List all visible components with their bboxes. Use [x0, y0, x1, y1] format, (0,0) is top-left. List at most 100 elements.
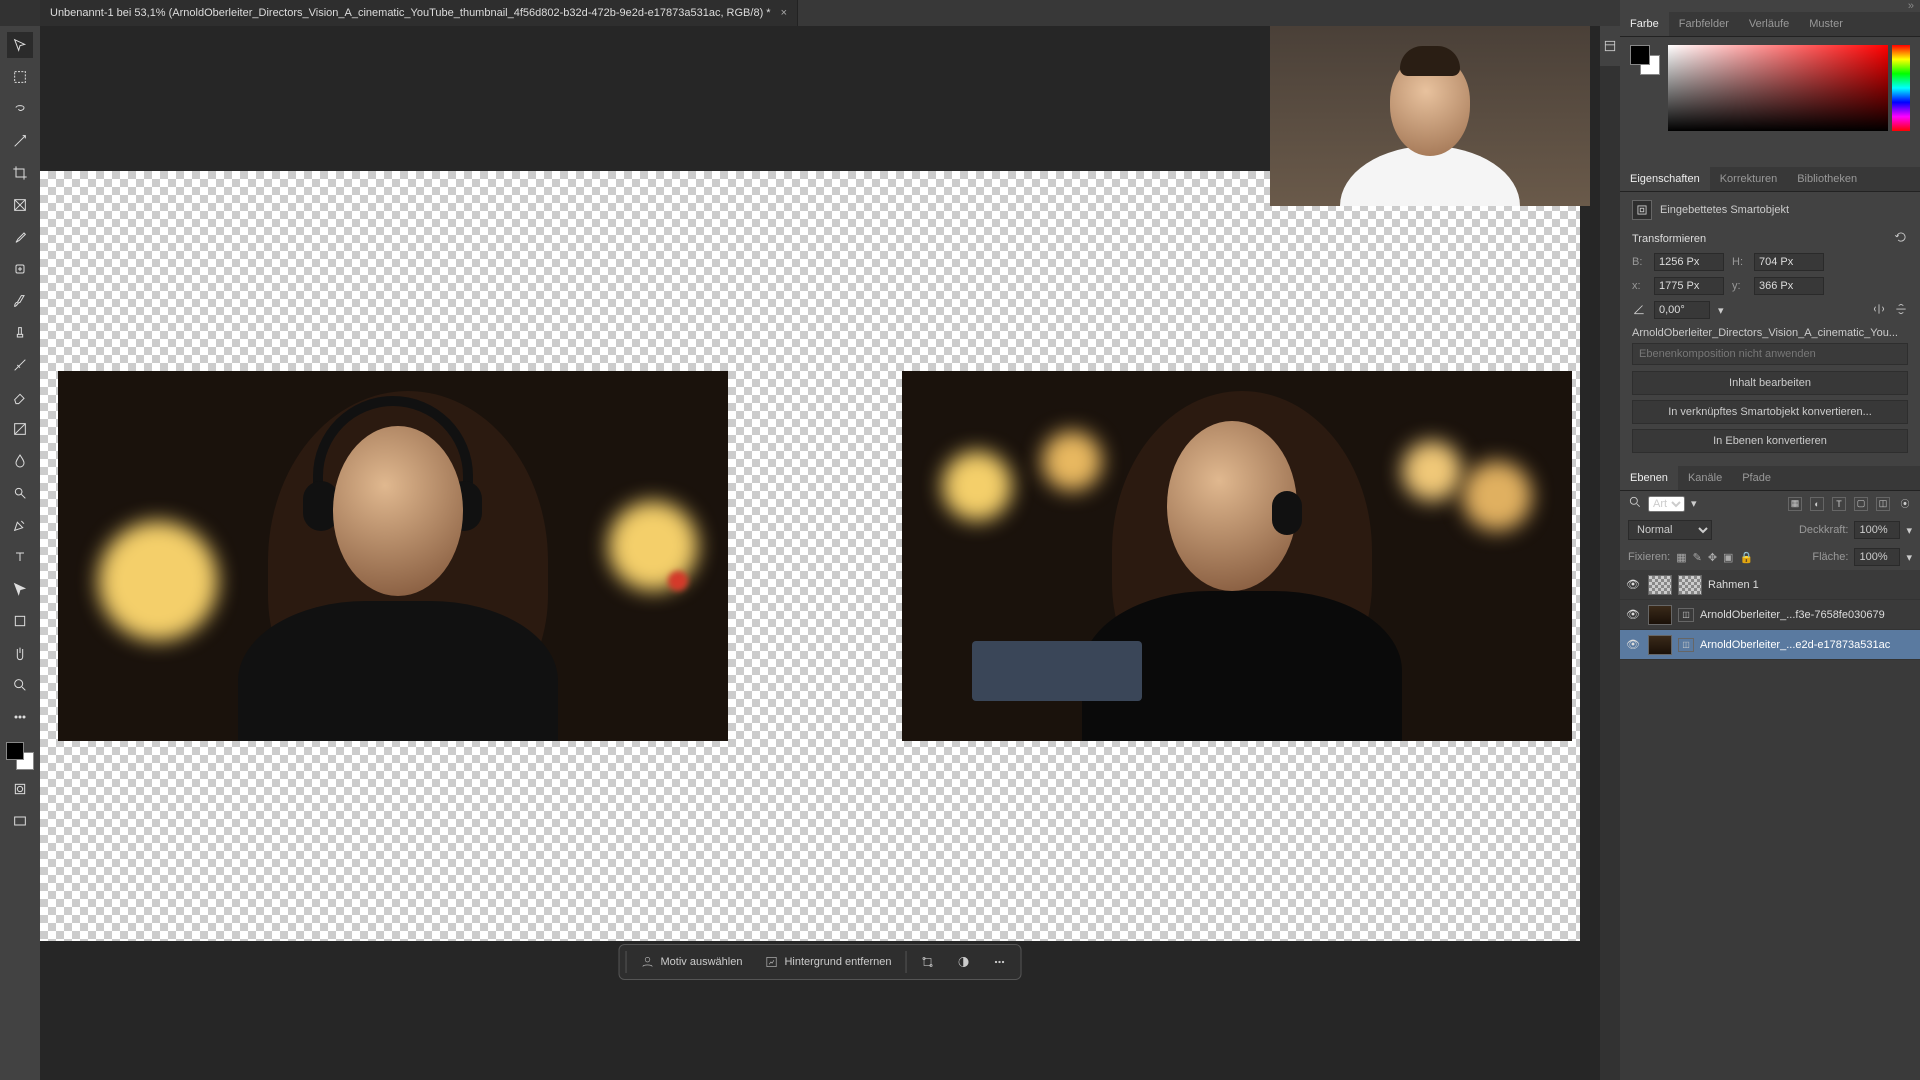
- flip-h-icon[interactable]: [1872, 302, 1886, 319]
- filter-type-icon[interactable]: T: [1832, 497, 1846, 511]
- screenmode-tool[interactable]: [7, 808, 33, 834]
- blur-tool[interactable]: [7, 448, 33, 474]
- convert-linked-button[interactable]: In verknüpftes Smartobjekt konvertieren.…: [1632, 400, 1908, 424]
- color-panel-swatch[interactable]: [1630, 45, 1660, 75]
- layer-row[interactable]: 👁 ◫ ArnoldOberleiter_...e2d-e17873a531ac: [1620, 630, 1920, 660]
- color-ramp[interactable]: [1668, 45, 1910, 131]
- tab-adjustments[interactable]: Korrekturen: [1710, 167, 1787, 191]
- stamp-tool[interactable]: [7, 320, 33, 346]
- collapsed-panel-strip[interactable]: [1600, 26, 1620, 66]
- crop-tool[interactable]: [7, 160, 33, 186]
- layer-thumb: [1648, 575, 1672, 595]
- fill-dropdown-icon[interactable]: ▾: [1906, 551, 1912, 564]
- tools-panel: [0, 26, 40, 1080]
- convert-layers-button[interactable]: In Ebenen konvertieren: [1632, 429, 1908, 453]
- tab-libraries[interactable]: Bibliotheken: [1787, 167, 1867, 191]
- angle-field[interactable]: [1654, 301, 1710, 319]
- search-icon[interactable]: [1628, 495, 1642, 512]
- eraser-tool[interactable]: [7, 384, 33, 410]
- close-icon[interactable]: ×: [781, 7, 787, 19]
- artboard: [40, 171, 1580, 941]
- lock-nest-icon[interactable]: ▣: [1723, 551, 1733, 564]
- wand-tool[interactable]: [7, 128, 33, 154]
- tab-properties[interactable]: Eigenschaften: [1620, 167, 1710, 191]
- flip-v-icon[interactable]: [1894, 302, 1908, 319]
- fill-field[interactable]: [1854, 548, 1900, 566]
- x-field[interactable]: [1654, 277, 1724, 295]
- opacity-dropdown-icon[interactable]: ▾: [1906, 524, 1912, 537]
- ctx-adjust-button[interactable]: [946, 949, 980, 975]
- canvas-image-left[interactable]: [58, 371, 728, 741]
- filter-toggle-icon[interactable]: ⦿: [1898, 497, 1912, 511]
- eyedropper-tool[interactable]: [7, 224, 33, 250]
- layer-mask-thumb: [1678, 575, 1702, 595]
- tab-patterns[interactable]: Muster: [1799, 12, 1853, 36]
- brush-tool[interactable]: [7, 288, 33, 314]
- lasso-tool[interactable]: [7, 96, 33, 122]
- lock-all-icon[interactable]: 🔒: [1739, 551, 1753, 564]
- tab-gradients[interactable]: Verläufe: [1739, 12, 1799, 36]
- y-field[interactable]: [1754, 277, 1824, 295]
- remove-background-button[interactable]: Hintergrund entfernen: [754, 949, 901, 975]
- opacity-field[interactable]: [1854, 521, 1900, 539]
- blend-mode-select[interactable]: Normal: [1628, 520, 1712, 540]
- canvas-area[interactable]: Motiv auswählen Hintergrund entfernen: [40, 26, 1600, 1080]
- canvas-image-right[interactable]: [902, 371, 1572, 741]
- frame-tool[interactable]: [7, 192, 33, 218]
- history-brush-tool[interactable]: [7, 352, 33, 378]
- height-field[interactable]: [1754, 253, 1824, 271]
- hand-tool[interactable]: [7, 640, 33, 666]
- width-field[interactable]: [1654, 253, 1724, 271]
- shape-tool[interactable]: [7, 608, 33, 634]
- select-subject-label: Motiv auswählen: [661, 956, 743, 968]
- pen-tool[interactable]: [7, 512, 33, 538]
- filter-smart-icon[interactable]: ◫: [1876, 497, 1890, 511]
- document-tab[interactable]: Unbenannt-1 bei 53,1% (ArnoldOberleiter_…: [40, 0, 798, 26]
- type-tool[interactable]: [7, 544, 33, 570]
- quickmask-tool[interactable]: [7, 776, 33, 802]
- layer-name[interactable]: Rahmen 1: [1708, 579, 1916, 591]
- color-swatch[interactable]: [6, 742, 34, 770]
- layer-name[interactable]: ArnoldOberleiter_...f3e-7658fe030679: [1700, 609, 1916, 621]
- heal-tool[interactable]: [7, 256, 33, 282]
- dodge-tool[interactable]: [7, 480, 33, 506]
- gradient-tool[interactable]: [7, 416, 33, 442]
- visibility-icon[interactable]: 👁: [1624, 608, 1642, 621]
- path-tool[interactable]: [7, 576, 33, 602]
- angle-dropdown-icon[interactable]: ▾: [1718, 304, 1724, 317]
- tab-layers[interactable]: Ebenen: [1620, 466, 1678, 490]
- select-subject-button[interactable]: Motiv auswählen: [631, 949, 753, 975]
- smartobject-icon: [1632, 200, 1652, 220]
- filter-adjust-icon[interactable]: ◐: [1810, 497, 1824, 511]
- layer-row[interactable]: 👁 Rahmen 1: [1620, 570, 1920, 600]
- reset-icon[interactable]: [1894, 230, 1908, 247]
- x-label: x:: [1632, 280, 1646, 292]
- ctx-transform-button[interactable]: [910, 949, 944, 975]
- visibility-icon[interactable]: 👁: [1624, 578, 1642, 591]
- edit-toolbar[interactable]: [7, 704, 33, 730]
- right-panel-stack: » Farbe Farbfelder Verläufe Muster Eigen…: [1620, 0, 1920, 1080]
- visibility-icon[interactable]: 👁: [1624, 638, 1642, 651]
- tab-paths[interactable]: Pfade: [1732, 466, 1781, 490]
- tab-swatches[interactable]: Farbfelder: [1669, 12, 1739, 36]
- smartobject-badge-icon: ◫: [1678, 638, 1694, 652]
- layer-name[interactable]: ArnoldOberleiter_...e2d-e17873a531ac: [1700, 639, 1916, 651]
- lock-transparent-icon[interactable]: ▦: [1676, 551, 1686, 564]
- zoom-tool[interactable]: [7, 672, 33, 698]
- filter-pixel-icon[interactable]: ▦: [1788, 497, 1802, 511]
- lock-paint-icon[interactable]: ✎: [1693, 551, 1702, 564]
- ctx-more-button[interactable]: [982, 949, 1016, 975]
- edit-contents-button[interactable]: Inhalt bearbeiten: [1632, 371, 1908, 395]
- collapse-chevron-icon[interactable]: »: [1620, 0, 1920, 12]
- filter-shape-icon[interactable]: ▢: [1854, 497, 1868, 511]
- layer-thumb: [1648, 635, 1672, 655]
- filter-dropdown-icon[interactable]: ▾: [1691, 497, 1697, 510]
- layer-row[interactable]: 👁 ◫ ArnoldOberleiter_...f3e-7658fe030679: [1620, 600, 1920, 630]
- marquee-tool[interactable]: [7, 64, 33, 90]
- move-tool[interactable]: [7, 32, 33, 58]
- tab-color[interactable]: Farbe: [1620, 12, 1669, 36]
- layer-filter-select[interactable]: Art: [1648, 496, 1685, 512]
- lock-position-icon[interactable]: ✥: [1708, 551, 1717, 564]
- webcam-overlay: [1270, 26, 1590, 206]
- tab-channels[interactable]: Kanäle: [1678, 466, 1732, 490]
